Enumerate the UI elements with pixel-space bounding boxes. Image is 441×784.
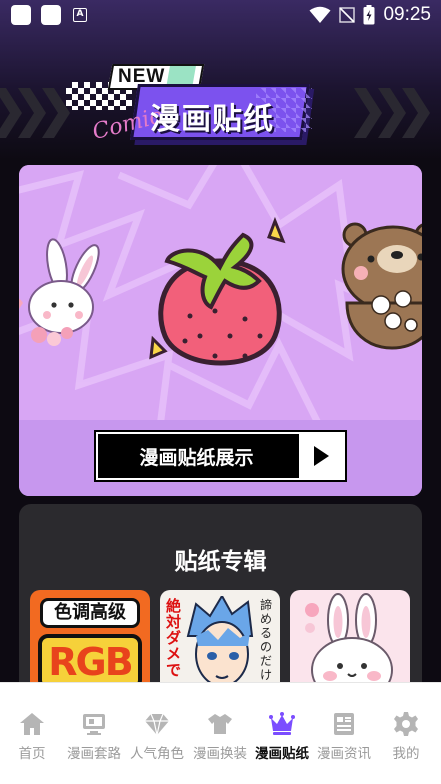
no-signal-icon xyxy=(339,7,356,23)
article-icon xyxy=(334,713,354,735)
nav-item-characters[interactable]: 人气角色 xyxy=(128,683,186,784)
shirt-icon xyxy=(208,714,232,734)
nav-label-home: 首页 xyxy=(18,746,46,762)
clock: 09:25 xyxy=(383,4,431,25)
app-square-icon xyxy=(41,5,61,25)
nav-item-home[interactable]: 首页 xyxy=(15,683,49,784)
rgb-caption: 色调高级 xyxy=(40,598,140,628)
gear-icon xyxy=(394,712,418,736)
home-icon xyxy=(20,713,44,735)
nav-item-outfits[interactable]: 漫画换装 xyxy=(191,683,249,784)
sticker-album-section: 贴纸专辑 色调高级 RGB 絶対ダメで 諦めるのだけは xyxy=(19,504,422,704)
wifi-icon xyxy=(309,6,331,23)
page-title: 漫画贴纸 xyxy=(150,102,274,137)
play-icon xyxy=(314,446,329,466)
bear-sticker xyxy=(341,222,422,350)
nav-item-mine[interactable]: 我的 xyxy=(389,683,423,784)
sticker-showcase-button[interactable]: 漫画贴纸展示 xyxy=(94,430,347,482)
nav-label-sets: 漫画套路 xyxy=(67,746,121,762)
strawberry-sticker xyxy=(149,216,286,366)
nav-label-stickers: 漫画贴纸 xyxy=(255,746,309,762)
nav-item-news[interactable]: 漫画资讯 xyxy=(315,683,373,784)
showcase-button-label: 漫画贴纸展示 xyxy=(139,446,254,469)
monitor-icon xyxy=(83,714,105,735)
nav-label-news: 漫画资讯 xyxy=(317,746,371,762)
nav-label-outfits: 漫画换装 xyxy=(193,746,247,762)
album-title: 贴纸专辑 xyxy=(174,549,267,575)
play-button[interactable] xyxy=(297,434,343,478)
crown-icon xyxy=(269,712,295,735)
bunny-sticker xyxy=(19,238,100,346)
sticker-showcase-card[interactable]: 漫画贴纸展示 xyxy=(19,165,422,496)
battery-charging-icon xyxy=(363,5,375,25)
a-letter-icon: A xyxy=(73,8,87,22)
nav-label-characters: 人气角色 xyxy=(130,746,184,762)
chevron-stripe-right xyxy=(354,88,430,138)
status-bar: A 09:25 xyxy=(0,0,441,32)
diamond-icon xyxy=(145,713,169,736)
nav-item-sets[interactable]: 漫画套路 xyxy=(65,683,123,784)
app-square-icon xyxy=(11,5,31,25)
nav-item-stickers[interactable]: 漫画贴纸 xyxy=(253,683,311,784)
nav-label-mine: 我的 xyxy=(392,746,420,762)
bottom-navigation: 首页 漫画套路 人气角色 漫画换装 漫画贴纸 漫画资讯 我的 xyxy=(0,682,441,784)
chevron-stripe-left xyxy=(0,88,70,138)
chevron-right-icon xyxy=(402,88,430,138)
